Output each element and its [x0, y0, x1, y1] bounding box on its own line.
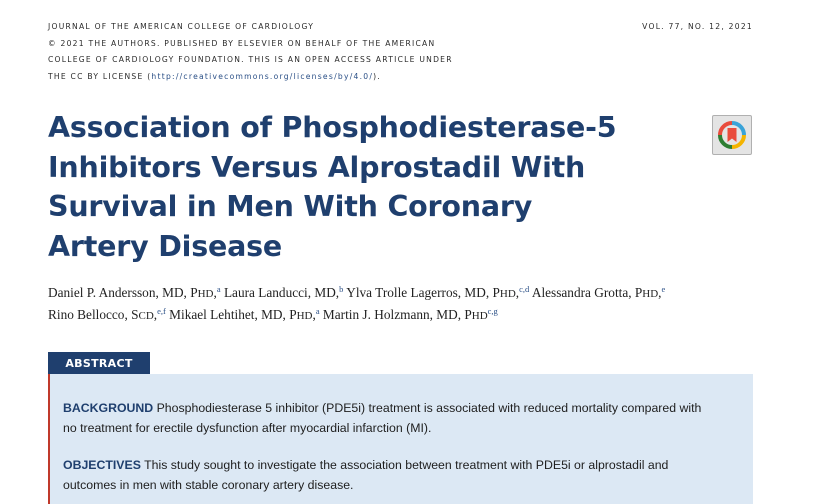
affiliation-link[interactable]: c,g: [488, 306, 498, 316]
license-link[interactable]: http://creativecommons.org/licenses/by/4…: [151, 72, 373, 81]
author-name: Mikael Lehtihet, MD, P: [169, 306, 297, 322]
journal-header: JOURNAL OF THE AMERICAN COLLEGE OF CARDI…: [48, 19, 518, 85]
affiliation-link[interactable]: e,f: [157, 306, 166, 316]
section-text: outcomes in men with stable coronary art…: [63, 477, 354, 492]
section-text: This study sought to investigate the ass…: [144, 458, 669, 472]
section-line: OBJECTIVES This study sought to investig…: [63, 456, 753, 476]
affiliation-link[interactable]: a: [316, 306, 320, 316]
license-suffix: ).: [373, 71, 382, 81]
foundation-line: COLLEGE OF CARDIOLOGY FOUNDATION. THIS I…: [48, 55, 453, 65]
section-text: no treatment for erectile dysfunction af…: [63, 420, 432, 435]
license-line: THE CC BY LICENSE (http://creativecommon…: [48, 69, 518, 86]
section-line: BACKGROUND Phosphodiesterase 5 inhibitor…: [63, 399, 753, 419]
author-row: Rino Bellocco, SCD,e,f Mikael Lehtihet, …: [48, 305, 498, 322]
check-for-updates-icon: [718, 121, 746, 149]
author-name: Ylva Trolle Lagerros, MD, P: [346, 285, 500, 300]
volume-info: VOL. 77, NO. 12, 2021: [642, 22, 753, 31]
journal-name: JOURNAL OF THE AMERICAN COLLEGE OF CARDI…: [48, 22, 315, 31]
author-name: Rino Bellocco, S: [48, 306, 139, 322]
author-row: Daniel P. Andersson, MD, PHD,a Laura Lan…: [48, 284, 666, 300]
author-name: Daniel P. Andersson, MD, P: [48, 285, 198, 300]
author-degree: HD: [296, 309, 313, 322]
author-name: Martin J. Holzmann, MD, P: [322, 306, 472, 322]
affiliation-link[interactable]: b: [339, 284, 343, 294]
author-degree: HD: [499, 288, 516, 300]
author-name: Laura Landucci, MD,: [223, 285, 340, 300]
check-for-updates-button[interactable]: [712, 115, 752, 155]
title-line: Survival in Men With Coronary: [48, 190, 533, 223]
abstract-tab: ABSTRACT: [48, 352, 150, 374]
article-title: Association of Phosphodiesterase-5 Inhib…: [48, 108, 688, 266]
abstract-objectives: OBJECTIVES This study sought to investig…: [63, 456, 753, 495]
title-line: Association of Phosphodiesterase-5: [48, 111, 617, 144]
section-heading: OBJECTIVES: [63, 458, 141, 472]
copyright-line: © 2021 THE AUTHORS. PUBLISHED BY ELSEVIE…: [48, 38, 436, 48]
affiliation-link[interactable]: c,d: [519, 284, 529, 294]
license-prefix: THE CC BY LICENSE (: [48, 71, 152, 81]
title-line: Inhibitors Versus Alprostadil With: [48, 150, 586, 184]
author-degree: CD: [138, 309, 154, 322]
section-text: Phosphodiesterase 5 inhibitor (PDE5i) tr…: [156, 401, 702, 415]
section-heading: BACKGROUND: [63, 401, 154, 415]
author-degree: HD: [197, 288, 214, 300]
title-line: Artery Disease: [48, 229, 283, 263]
affiliation-link[interactable]: a: [217, 284, 221, 294]
affiliation-link[interactable]: e: [662, 284, 666, 294]
author-degree: HD: [642, 288, 659, 300]
author-degree: HD: [471, 309, 488, 322]
author-name: Alessandra Grotta, P: [531, 285, 643, 300]
abstract-background: BACKGROUND Phosphodiesterase 5 inhibitor…: [63, 399, 753, 438]
author-list: Daniel P. Andersson, MD, PHD,a Laura Lan…: [48, 283, 788, 326]
